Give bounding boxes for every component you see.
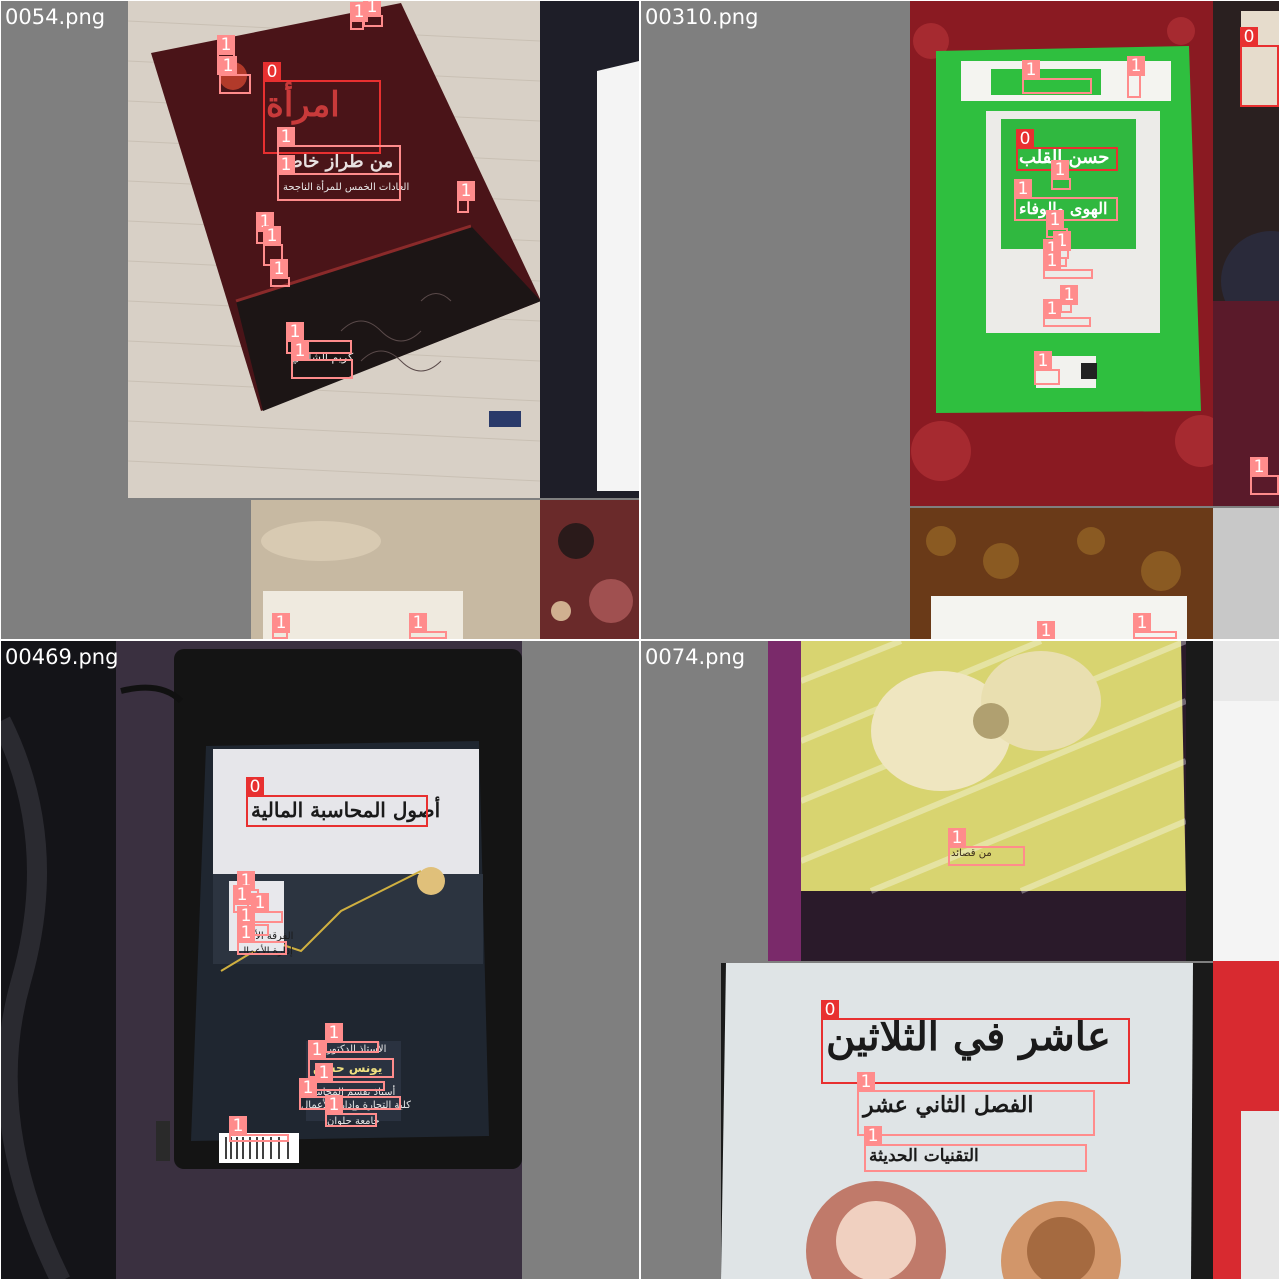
detection-box: 1 — [251, 893, 283, 923]
detection-box: 1 — [363, 1, 383, 27]
detection-box: 1 — [325, 1095, 377, 1127]
tile-filename: 00310.png — [645, 5, 759, 29]
detection-box: 1 — [350, 2, 368, 30]
detection-box: 0 — [1240, 27, 1279, 107]
detection-box: 1 — [1060, 285, 1078, 313]
detection-box: 1 — [277, 155, 401, 201]
detection-box: 1 — [1127, 56, 1145, 98]
tile-00310: 00310.png حسن القلب الهوى والوفاء 0 0 1 … — [641, 1, 1279, 639]
detection-box: 1 — [1014, 179, 1118, 221]
detection-box: 1 — [270, 259, 290, 287]
detection-box: 1 — [315, 1063, 385, 1091]
tile-filename: 0054.png — [5, 5, 106, 29]
detection-box: 1 — [1051, 160, 1071, 190]
tile-0074: 0074.png من قصائد عاشر في الثلاثين الفصل… — [641, 641, 1279, 1279]
detection-box: 1 — [948, 828, 1025, 866]
detection-box: 1 — [857, 1072, 1095, 1136]
detection-box: 1 — [409, 613, 447, 639]
detection-box: 1 — [237, 923, 287, 955]
detection-box: 1 — [1043, 251, 1093, 279]
detection-box: 1 — [291, 341, 353, 379]
photo-00310 — [910, 1, 1279, 639]
detection-box: 1 — [864, 1126, 1087, 1172]
detection-box: 1 — [277, 127, 401, 175]
detection-box: 1 — [457, 181, 475, 213]
detection-box: 1 — [219, 56, 251, 94]
detection-box: 1 — [325, 1023, 379, 1053]
photo-00469 — [1, 641, 522, 1279]
detection-box: 1 — [1043, 299, 1091, 327]
tile-filename: 0074.png — [645, 645, 746, 669]
detection-box: 0 — [246, 777, 428, 827]
photo-0074 — [721, 641, 1279, 1279]
tile-filename: 00469.png — [5, 645, 119, 669]
detection-box: 1 — [1133, 613, 1177, 639]
detection-box: 1 — [1022, 60, 1092, 94]
tile-0054: 0054.png امرأة من طراز خاص العادات الخمس… — [1, 1, 639, 639]
detection-box: 1 — [272, 613, 290, 639]
detection-box: 1 — [299, 1078, 401, 1110]
detection-box: 1 — [1250, 457, 1279, 495]
detection-box: 1 — [229, 1116, 289, 1142]
detection-box: 1 — [1034, 351, 1060, 385]
mosaic-grid: 0054.png امرأة من طراز خاص العادات الخمس… — [0, 0, 1280, 1280]
tile-00469: 00469.png أصول المحاسبة المالية الفرقة ا… — [1, 641, 639, 1279]
